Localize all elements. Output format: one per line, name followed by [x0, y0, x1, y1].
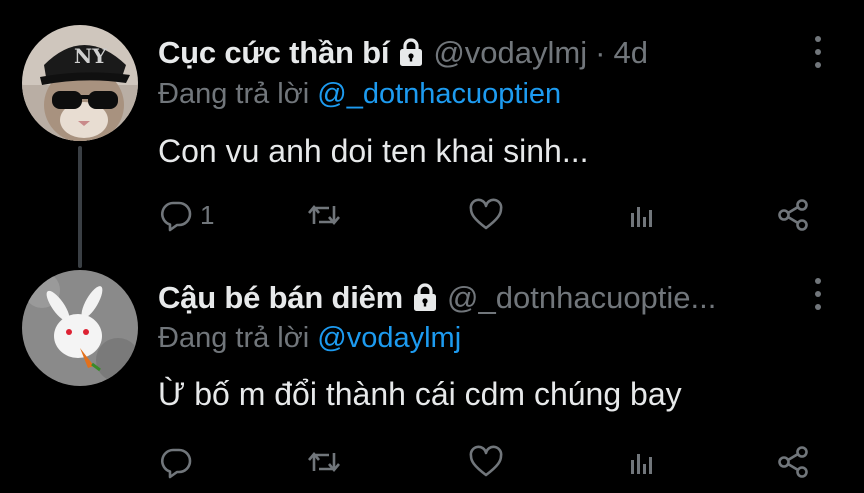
reply-icon: [161, 201, 192, 232]
tweet-header: Cục cức thần bí @vodaylmj · 4d: [158, 33, 648, 73]
tweet-actions: 1: [158, 195, 818, 235]
stats-button[interactable]: [623, 442, 659, 482]
retweet-icon: [308, 451, 340, 473]
share-icon: [778, 446, 808, 478]
more-options-button[interactable]: [808, 278, 828, 310]
user-handle[interactable]: @vodaylmj: [433, 35, 587, 71]
share-button[interactable]: [775, 442, 811, 482]
more-vertical-icon: [815, 36, 821, 42]
display-name[interactable]: Cục cức thần bí: [158, 35, 390, 71]
reply-icon: [161, 448, 192, 479]
reply-count: 1: [200, 199, 215, 230]
heart-icon: [469, 198, 503, 230]
display-name[interactable]: Cậu bé bán diêm: [158, 280, 403, 316]
stats-icon: [631, 207, 652, 227]
replying-to-mention[interactable]: @vodaylmj: [317, 322, 461, 354]
separator-dot: ·: [595, 35, 606, 70]
stats-icon: [631, 454, 652, 474]
tweet[interactable]: NY Cục cức thần bí @vodaylmj · 4d Đang t…: [0, 0, 864, 268]
more-vertical-icon: [815, 278, 821, 284]
share-button[interactable]: [775, 195, 811, 235]
more-options-button[interactable]: [808, 36, 828, 68]
tweet-text: Ừ bố m đổi thành cái cdm chúng bay: [158, 376, 682, 412]
tweet-header: Cậu bé bán diêm @_dotnhacuoptie...: [158, 278, 716, 318]
user-handle[interactable]: @_dotnhacuoptie...: [447, 280, 716, 316]
avatar[interactable]: [22, 270, 138, 386]
retweet-icon: [308, 204, 340, 226]
svg-text:NY: NY: [74, 44, 107, 68]
heart-icon: [469, 445, 503, 477]
reply-button[interactable]: [158, 442, 194, 482]
like-button[interactable]: [468, 195, 504, 235]
cat-avatar-image: NY: [22, 25, 138, 141]
retweet-button[interactable]: [306, 442, 342, 482]
stats-button[interactable]: [623, 195, 659, 235]
lock-icon: [413, 282, 437, 312]
tweet-actions: [158, 442, 818, 482]
like-button[interactable]: [468, 442, 504, 482]
replying-to-mention[interactable]: @_dotnhacuoptien: [317, 78, 561, 110]
replying-to-label: Đang trả lời: [158, 322, 310, 354]
replying-to-label: Đang trả lời: [158, 78, 310, 110]
tweet[interactable]: Cậu bé bán diêm @_dotnhacuoptie... Đang …: [0, 262, 864, 493]
replying-to: Đang trả lời @vodaylmj: [158, 322, 461, 355]
reply-button[interactable]: 1: [158, 195, 214, 235]
retweet-button[interactable]: [306, 195, 342, 235]
lock-icon: [399, 37, 423, 67]
rabbit-avatar-image: [22, 270, 138, 386]
tweet-text: Con vu anh doi ten khai sinh...: [158, 133, 589, 169]
thread-connector: [78, 146, 82, 268]
share-icon: [778, 199, 808, 231]
avatar[interactable]: NY: [22, 25, 138, 141]
timestamp[interactable]: 4d: [613, 35, 647, 71]
replying-to: Đang trả lời @_dotnhacuoptien: [158, 78, 561, 111]
